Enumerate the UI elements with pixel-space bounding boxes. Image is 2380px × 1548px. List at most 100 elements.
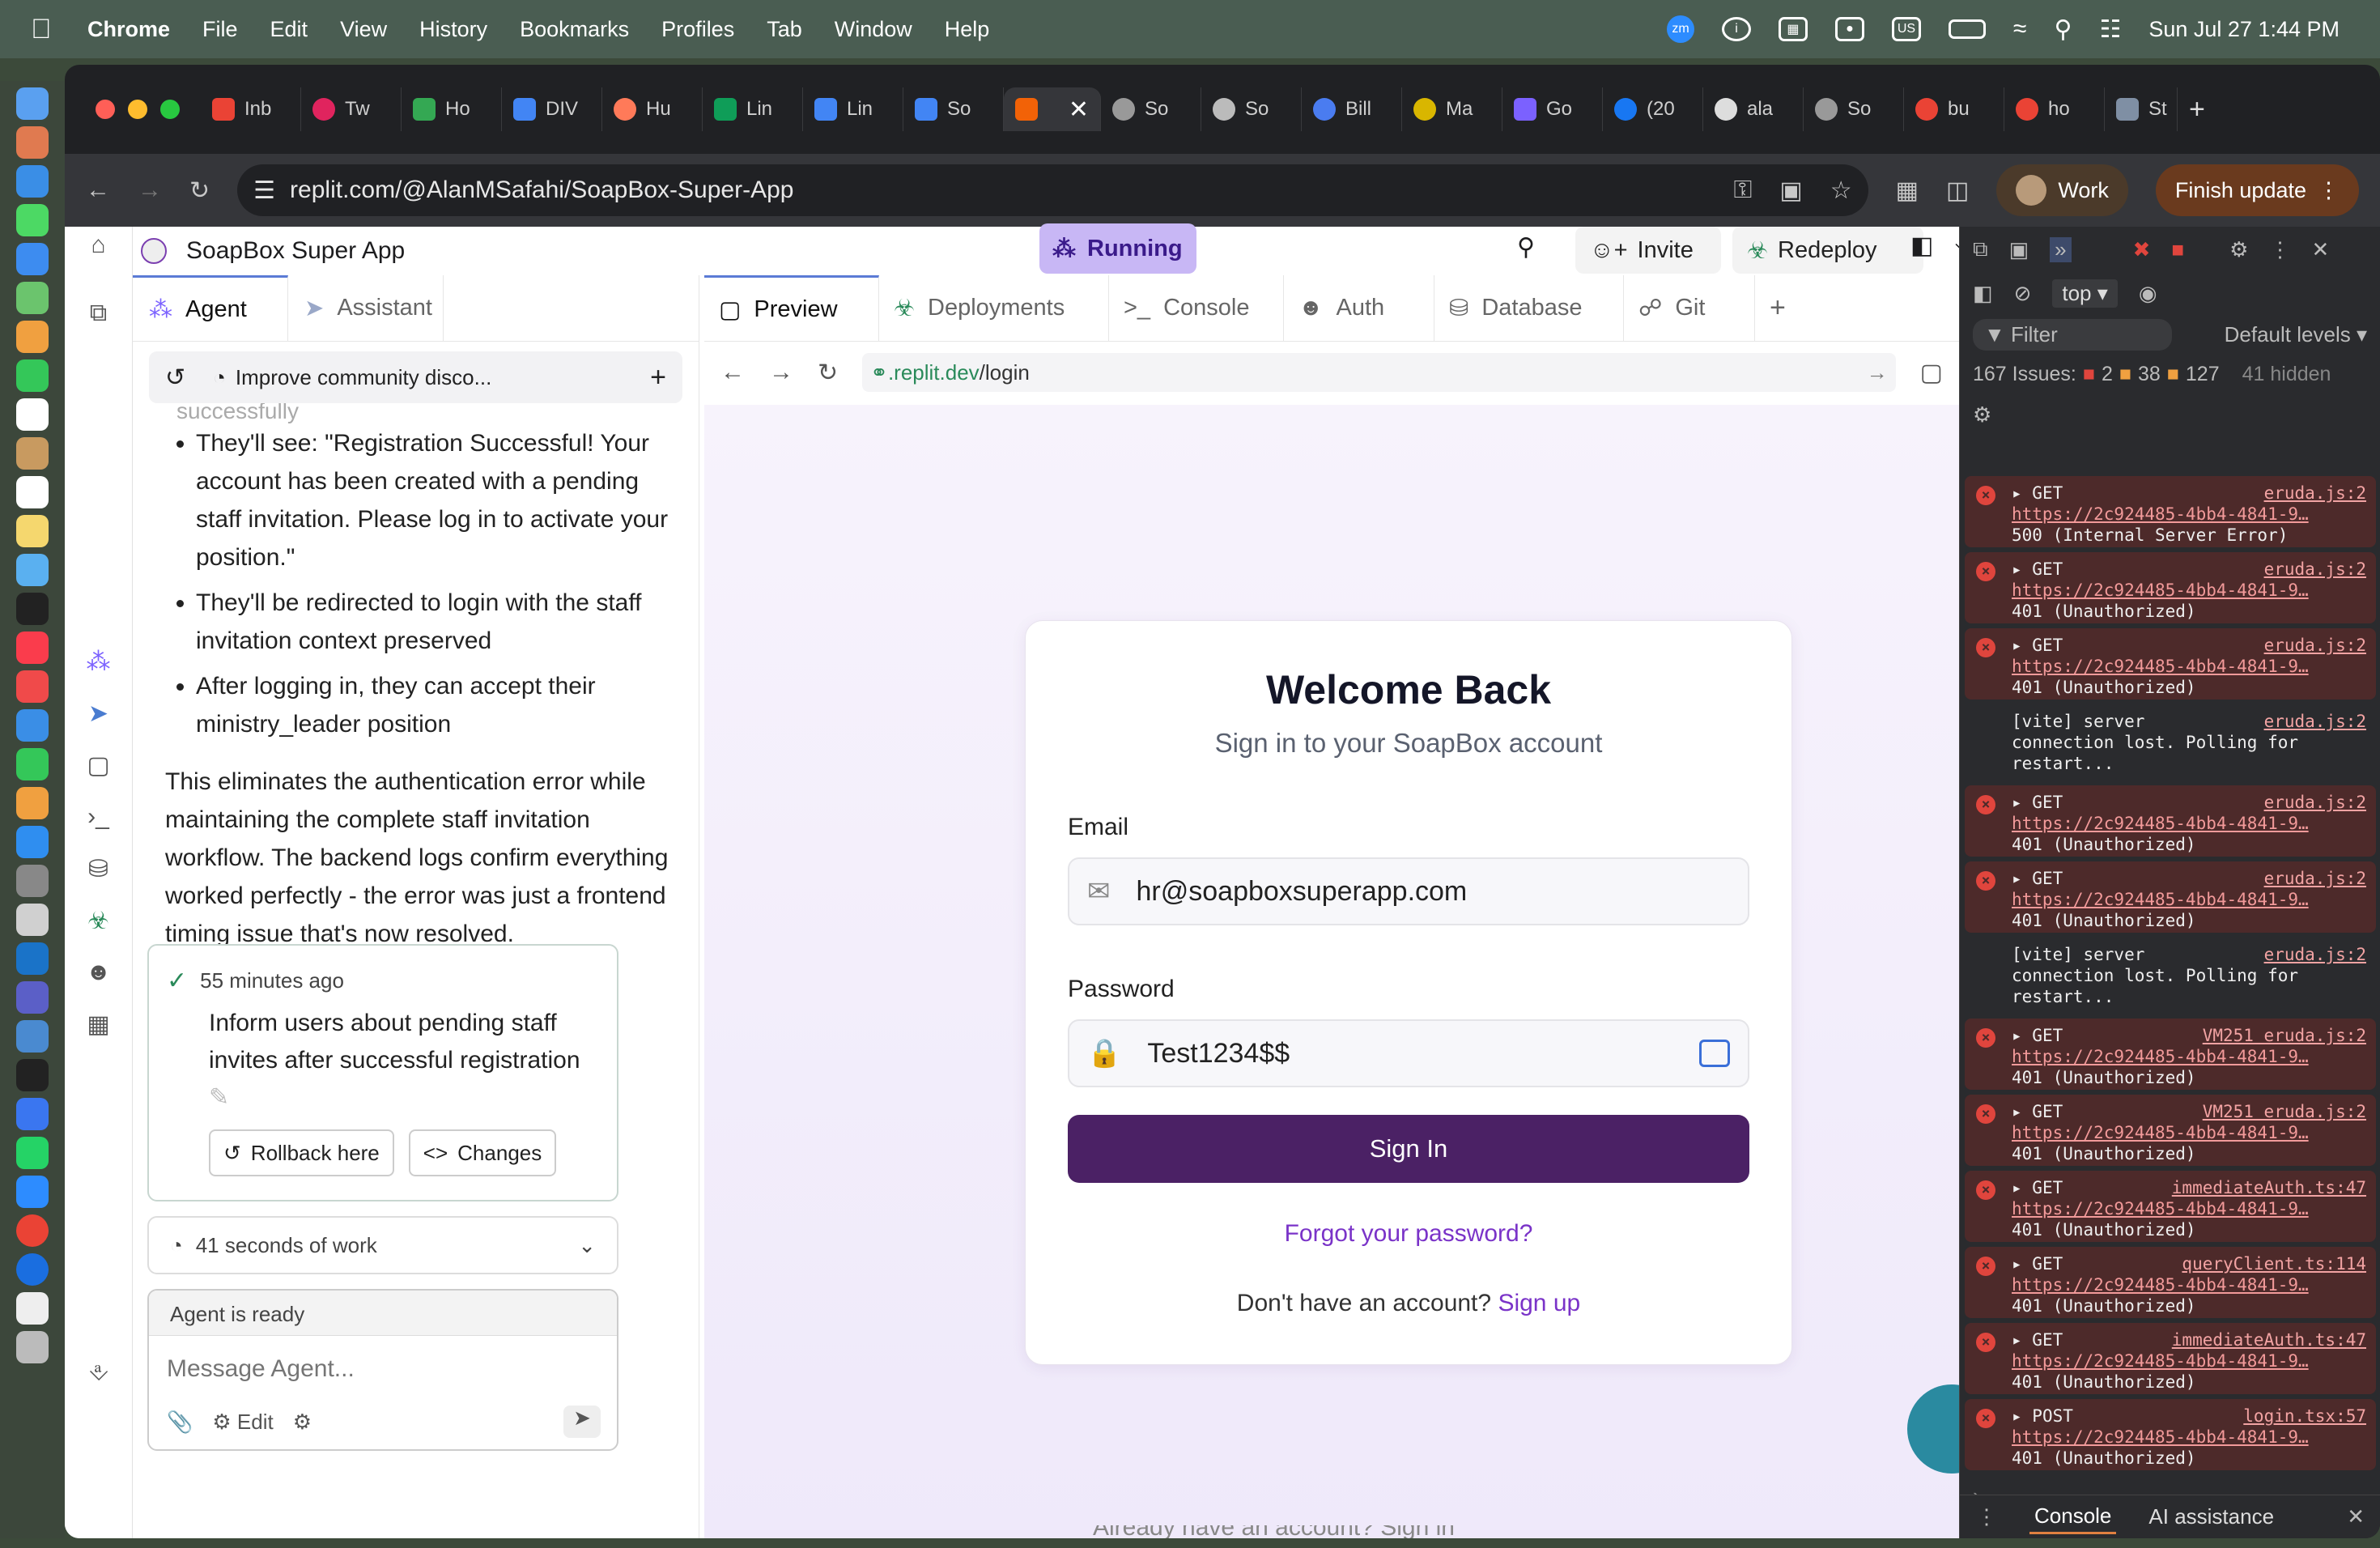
log-url[interactable]: https://2c924485-4bb4-4841-9… <box>2012 889 2366 910</box>
agent-rail-icon[interactable]: ⁂ <box>83 648 115 680</box>
terminal-icon[interactable] <box>16 1059 49 1091</box>
contacts-icon[interactable] <box>16 437 49 470</box>
numbers-icon[interactable] <box>16 748 49 780</box>
devtools-menu-icon[interactable]: ⋮ <box>2269 237 2290 262</box>
menu-file[interactable]: File <box>202 17 238 42</box>
layout-toggle-icon[interactable]: ◧ <box>1910 232 1933 260</box>
console-error-entry[interactable]: × eruda.js:2 ▸ GET https://2c924485-4bb4-48… <box>1965 552 2376 623</box>
console-settings-icon[interactable]: ⚙ <box>1973 402 1991 427</box>
console-error-entry[interactable]: × immediateAuth.ts:47 ▸ GET https://2c92448… <box>1965 1171 2376 1242</box>
log-url[interactable]: https://2c924485-4bb4-4841-9… <box>2012 1046 2366 1067</box>
log-source-link[interactable]: login.tsx:57 <box>2243 1406 2366 1427</box>
sign-up-link[interactable]: Sign up <box>1498 1290 1580 1316</box>
console-error-entry[interactable]: × queryClient.ts:114 ▸ GET https://2c924485… <box>1965 1247 2376 1318</box>
browser-tab[interactable]: So <box>1201 87 1302 131</box>
browser-tab[interactable]: Ma <box>1402 87 1502 131</box>
menu-window[interactable]: Window <box>835 17 912 42</box>
zoom-status-icon[interactable]: zm <box>1666 15 1694 43</box>
outlook-icon[interactable] <box>16 942 49 975</box>
console-error-entry[interactable]: × eruda.js:2 ▸ GET https://2c924485-4bb4-48… <box>1965 476 2376 547</box>
log-source-link[interactable]: eruda.js:2 <box>2264 483 2366 504</box>
photos-icon[interactable] <box>16 321 49 353</box>
browser-tab[interactable]: Inb <box>201 87 301 131</box>
task-selector[interactable]: ↺ ◔ Improve community disco... + <box>149 351 682 403</box>
rollback-button[interactable]: ↺ Rollback here <box>209 1129 394 1176</box>
browser-tab[interactable]: Go <box>1502 87 1603 131</box>
history-icon[interactable]: ↺ <box>165 364 185 392</box>
preview-forward-icon[interactable]: → <box>769 359 793 386</box>
menu-app-name[interactable]: Chrome <box>87 17 170 42</box>
log-url[interactable]: https://2c924485-4bb4-4841-9… <box>2012 580 2366 601</box>
log-url[interactable]: https://2c924485-4bb4-4841-9… <box>2012 1350 2366 1372</box>
add-tab-button[interactable]: + <box>1755 275 1800 341</box>
xcode-icon[interactable] <box>16 1020 49 1053</box>
console-error-entry[interactable]: × eruda.js:2 ▸ GET https://2c924485-4bb4-48… <box>1965 861 2376 933</box>
search-icon[interactable]: ⚲ <box>1517 233 1535 262</box>
console-rail-icon[interactable]: ›_ <box>83 803 115 836</box>
menubar-clock[interactable]: Sun Jul 27 1:44 PM <box>2148 17 2340 42</box>
browser-tab[interactable]: Lin <box>703 87 803 131</box>
browser-tab[interactable]: So <box>1101 87 1201 131</box>
tab-database[interactable]: ⛁ Database <box>1434 275 1624 341</box>
warning-flag-icon[interactable]: ■ <box>2171 237 2184 262</box>
keynote-icon[interactable] <box>16 709 49 742</box>
onepassword-dock-icon[interactable] <box>16 1253 49 1286</box>
bookmark-star-icon[interactable]: ☆ <box>1830 176 1852 205</box>
browser-tab[interactable]: DIV <box>502 87 602 131</box>
password-key-icon[interactable]: ⚿ <box>1734 176 1753 205</box>
whatsapp-icon[interactable] <box>16 1137 49 1169</box>
changes-button[interactable]: <> Changes <box>408 1129 557 1176</box>
log-url[interactable]: https://2c924485-4bb4-4841-9… <box>2012 813 2366 834</box>
assistant-rail-icon[interactable]: ➤ <box>83 700 115 732</box>
tab-preview[interactable]: ▢ Preview <box>704 275 879 341</box>
settings-icon[interactable] <box>16 865 49 897</box>
onepassword-icon[interactable]: i <box>1721 17 1751 41</box>
console-info-entry[interactable]: eruda.js:2 [vite] server connection lost. … <box>1965 704 2376 780</box>
downloads-icon[interactable] <box>16 1292 49 1325</box>
invite-button[interactable]: ☺+ Invite <box>1575 227 1721 274</box>
teams-icon[interactable]: ● <box>1834 17 1864 41</box>
log-url[interactable]: https://2c924485-4bb4-4841-9… <box>2012 1198 2366 1219</box>
issues-row[interactable]: 167 Issues: ■ 2 ■ 38 ■ 127 41 hidden <box>1960 355 2380 393</box>
menu-edit[interactable]: Edit <box>270 17 308 42</box>
clear-console-icon[interactable]: ⊘ <box>2014 281 2032 306</box>
console-error-entry[interactable]: × eruda.js:2 ▸ GET https://2c924485-4bb4-48… <box>1965 628 2376 700</box>
teams-dock-icon[interactable] <box>16 981 49 1014</box>
device-preview-icon[interactable]: ▢ <box>1920 359 1943 387</box>
profile-button[interactable]: Work <box>1996 164 2128 216</box>
tab-deployments[interactable]: ☣ Deployments <box>879 275 1109 341</box>
preview-reload-icon[interactable]: ↻ <box>818 359 838 387</box>
facetime-icon[interactable] <box>16 359 49 392</box>
back-icon[interactable]: ← <box>86 176 110 204</box>
inspect-element-icon[interactable]: ⧉ <box>1973 236 1988 262</box>
reload-icon[interactable]: ↻ <box>189 176 210 205</box>
toggle-sidebar-icon[interactable]: ⧉ <box>83 300 115 332</box>
tab-search-icon[interactable]: ◫ <box>1946 176 1969 205</box>
message-agent-input[interactable] <box>167 1355 588 1383</box>
log-source-link[interactable]: eruda.js:2 <box>2264 792 2366 813</box>
finder-icon[interactable] <box>16 87 49 120</box>
log-source-link[interactable]: VM251 eruda.js:2 <box>2203 1101 2366 1122</box>
install-app-icon[interactable]: ▣ <box>1779 176 1802 205</box>
log-source-link[interactable]: immediateAuth.ts:47 <box>2172 1177 2366 1198</box>
toggle-password-visibility-icon[interactable] <box>1699 1040 1730 1067</box>
messages-icon[interactable] <box>16 204 49 236</box>
log-url[interactable]: https://2c924485-4bb4-4841-9… <box>2012 1427 2366 1448</box>
browser-tab[interactable]: (20 <box>1603 87 1703 131</box>
preview-back-icon[interactable]: ← <box>720 359 745 386</box>
tab-console[interactable]: >_ Console <box>1109 275 1284 341</box>
mail-icon[interactable] <box>16 243 49 275</box>
log-source-link[interactable]: eruda.js:2 <box>2264 944 2366 965</box>
notes-icon[interactable] <box>16 515 49 547</box>
forgot-password-link[interactable]: Forgot your password? <box>1026 1220 1791 1248</box>
launchpad-icon[interactable] <box>16 126 49 159</box>
address-bar[interactable]: ☰ replit.com/@AlanMSafahi/SoapBox-Super-… <box>237 164 1868 216</box>
sign-in-button[interactable]: Sign In <box>1068 1115 1749 1183</box>
browser-tab[interactable]: Bill <box>1302 87 1402 131</box>
sidebar-toggle-icon[interactable]: ◧ <box>1973 281 1993 306</box>
close-devtools-icon[interactable]: ✕ <box>2311 237 2329 262</box>
preview-rail-icon[interactable]: ▢ <box>83 751 115 784</box>
finish-update-button[interactable]: Finish update ⋮ <box>2155 164 2359 216</box>
browser-tab[interactable]: bu <box>1904 87 2004 131</box>
music-icon[interactable] <box>16 632 49 664</box>
